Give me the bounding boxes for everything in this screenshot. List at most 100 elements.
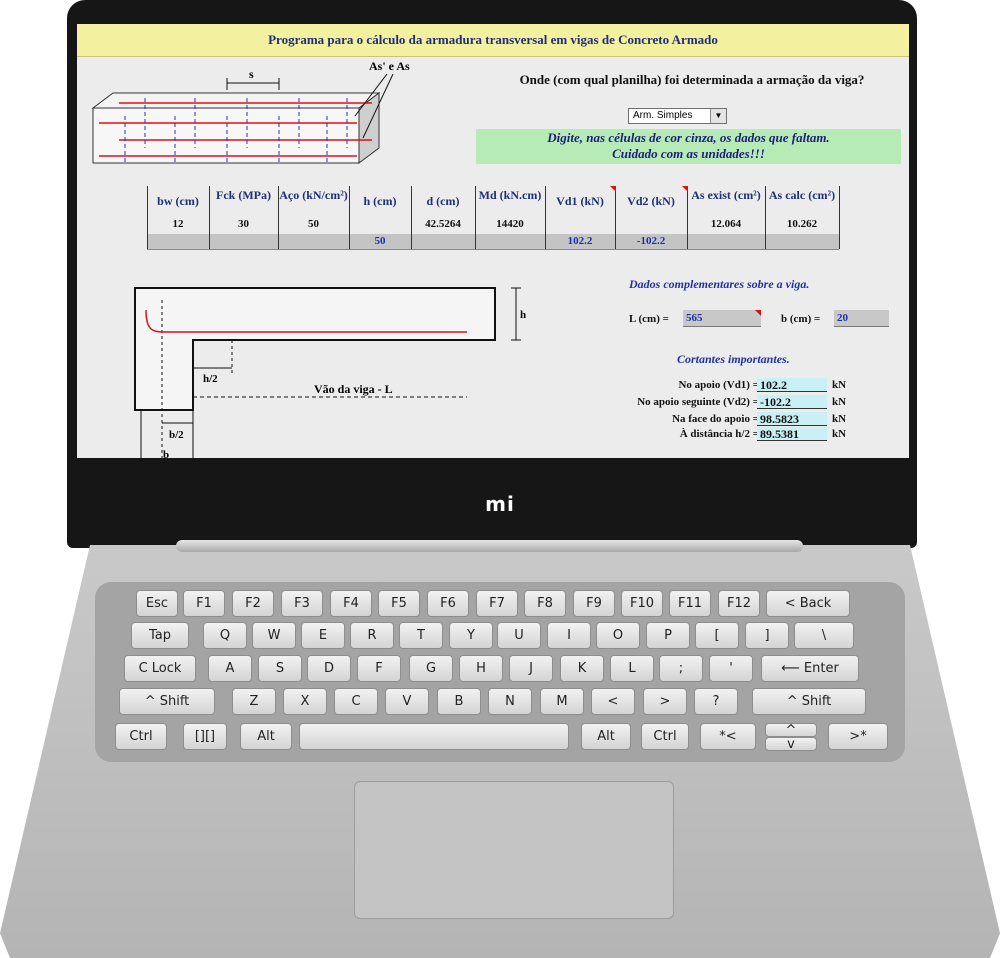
key-enter[interactable]: ⟵ Enter — [761, 655, 859, 682]
touchpad[interactable] — [354, 781, 674, 919]
shear-label-support: No apoio (Vd1) = — [678, 379, 759, 391]
shear-value-face: 98.5823 — [757, 412, 827, 426]
span-label: Vão da viga - L — [314, 382, 393, 396]
key-alt[interactable]: Alt — [240, 723, 292, 750]
key-f11[interactable]: F11 — [669, 590, 711, 617]
shear-value-support: 102.2 — [757, 378, 827, 392]
header-md: Md (kN.cm) — [478, 188, 542, 202]
key-q[interactable]: Q — [203, 622, 247, 649]
key-v[interactable]: v — [765, 737, 817, 752]
key-key[interactable]: >* — [828, 723, 888, 750]
key-a[interactable]: A — [208, 655, 252, 682]
shear-unit: kN — [832, 379, 847, 391]
header-h: h (cm) — [363, 194, 397, 208]
key-c[interactable]: C — [334, 688, 378, 715]
key-f9[interactable]: F9 — [573, 590, 615, 617]
key-back[interactable]: < Back — [766, 590, 850, 617]
input-vd1[interactable]: 102.2 — [545, 234, 615, 249]
key-c-lock[interactable]: C Lock — [124, 655, 196, 682]
key-u[interactable]: U — [497, 622, 541, 649]
key-f3[interactable]: F3 — [281, 590, 323, 617]
rebar-label: As' e As — [369, 59, 410, 73]
header-bw: bw (cm) — [157, 194, 199, 208]
input-vd2[interactable]: -102.2 — [615, 234, 687, 249]
width-input[interactable]: 20 — [834, 310, 889, 327]
key-m[interactable]: M — [540, 688, 584, 715]
key-key[interactable]: < — [591, 688, 635, 715]
key-f12[interactable]: F12 — [718, 590, 760, 617]
key-e[interactable]: E — [301, 622, 345, 649]
key-f1[interactable]: F1 — [183, 590, 225, 617]
key-l[interactable]: L — [610, 655, 654, 682]
height-label: h — [520, 309, 526, 321]
key-alt[interactable]: Alt — [581, 723, 631, 750]
instruction-line-2: Cuidado com as unidades!!! — [612, 146, 765, 161]
key-f6[interactable]: F6 — [427, 590, 469, 617]
key-key[interactable]: ? — [694, 688, 738, 715]
key-f10[interactable]: F10 — [621, 590, 663, 617]
key-f2[interactable]: F2 — [232, 590, 274, 617]
key-s[interactable]: S — [258, 655, 302, 682]
shear-unit: kN — [832, 428, 847, 440]
shear-label-half-height: À distância h/2 = — [679, 428, 759, 440]
beam-span-diagram: h h/2 Vão da viga - L b/2 b — [134, 287, 526, 458]
key-g[interactable]: G — [409, 655, 453, 682]
key-f[interactable]: F — [357, 655, 401, 682]
key-esc[interactable]: Esc — [136, 590, 178, 617]
length-input[interactable]: 565 — [683, 310, 761, 327]
comment-indicator — [610, 186, 616, 192]
header-as-exist: As exist (cm²) — [691, 188, 761, 202]
hinge — [176, 540, 803, 552]
key-key[interactable]: ^ — [765, 723, 817, 738]
key-f8[interactable]: F8 — [524, 590, 566, 617]
key-shift[interactable]: ^ Shift — [119, 688, 215, 715]
key-z[interactable]: Z — [232, 688, 276, 715]
instruction-banner: Digite, nas células de cor cinza, os dad… — [476, 129, 901, 164]
shear-title: Cortantes importantes. — [677, 352, 790, 366]
key-key[interactable]: [ — [695, 622, 739, 649]
comment-indicator — [755, 310, 761, 316]
key-d[interactable]: D — [307, 655, 351, 682]
key-k[interactable]: K — [560, 655, 604, 682]
key-key[interactable]: > — [643, 688, 687, 715]
key-y[interactable]: Y — [449, 622, 493, 649]
key-p[interactable]: P — [646, 622, 690, 649]
key-t[interactable]: T — [399, 622, 443, 649]
key-ctrl[interactable]: Ctrl — [641, 723, 689, 750]
key-n[interactable]: N — [488, 688, 532, 715]
shear-value-next-support: -102.2 — [757, 395, 827, 409]
complementary-title: Dados complementares sobre a viga. — [629, 277, 810, 291]
key-key[interactable]: \ — [794, 622, 854, 649]
key-ctrl[interactable]: Ctrl — [115, 723, 167, 750]
key-key[interactable]: ] — [745, 622, 789, 649]
value-bw: 12 — [172, 218, 184, 230]
key-key[interactable]: [][] — [183, 723, 227, 750]
key-f4[interactable]: F4 — [330, 590, 372, 617]
header-vd1: Vd1 (kN) — [556, 194, 604, 208]
key-b[interactable]: B — [437, 688, 481, 715]
value-fck: 30 — [238, 218, 249, 230]
key-shift[interactable]: ^ Shift — [752, 688, 866, 715]
key-key[interactable]: *< — [700, 723, 756, 750]
chevron-down-icon[interactable]: ▼ — [710, 109, 726, 123]
shear-unit: kN — [832, 413, 847, 425]
beam-3d-diagram: s As' e As — [91, 59, 410, 164]
space-key[interactable] — [299, 723, 569, 750]
key-x[interactable]: X — [283, 688, 327, 715]
key-key[interactable]: ; — [659, 655, 703, 682]
key-v[interactable]: V — [385, 688, 429, 715]
header-steel: Aço (kN/cm²) — [279, 188, 348, 202]
key-h[interactable]: H — [459, 655, 503, 682]
key-f7[interactable]: F7 — [476, 590, 518, 617]
reinforcement-select[interactable]: Arm. Simples ▼ — [628, 108, 727, 124]
key-f5[interactable]: F5 — [378, 590, 420, 617]
key-j[interactable]: J — [509, 655, 553, 682]
brand-logo: mi — [485, 492, 515, 516]
key-w[interactable]: W — [252, 622, 296, 649]
key-key[interactable]: ' — [709, 655, 753, 682]
key-r[interactable]: R — [350, 622, 394, 649]
input-h[interactable]: 50 — [349, 234, 411, 249]
key-tap[interactable]: Tap — [131, 622, 189, 649]
key-o[interactable]: O — [596, 622, 640, 649]
key-i[interactable]: I — [547, 622, 591, 649]
